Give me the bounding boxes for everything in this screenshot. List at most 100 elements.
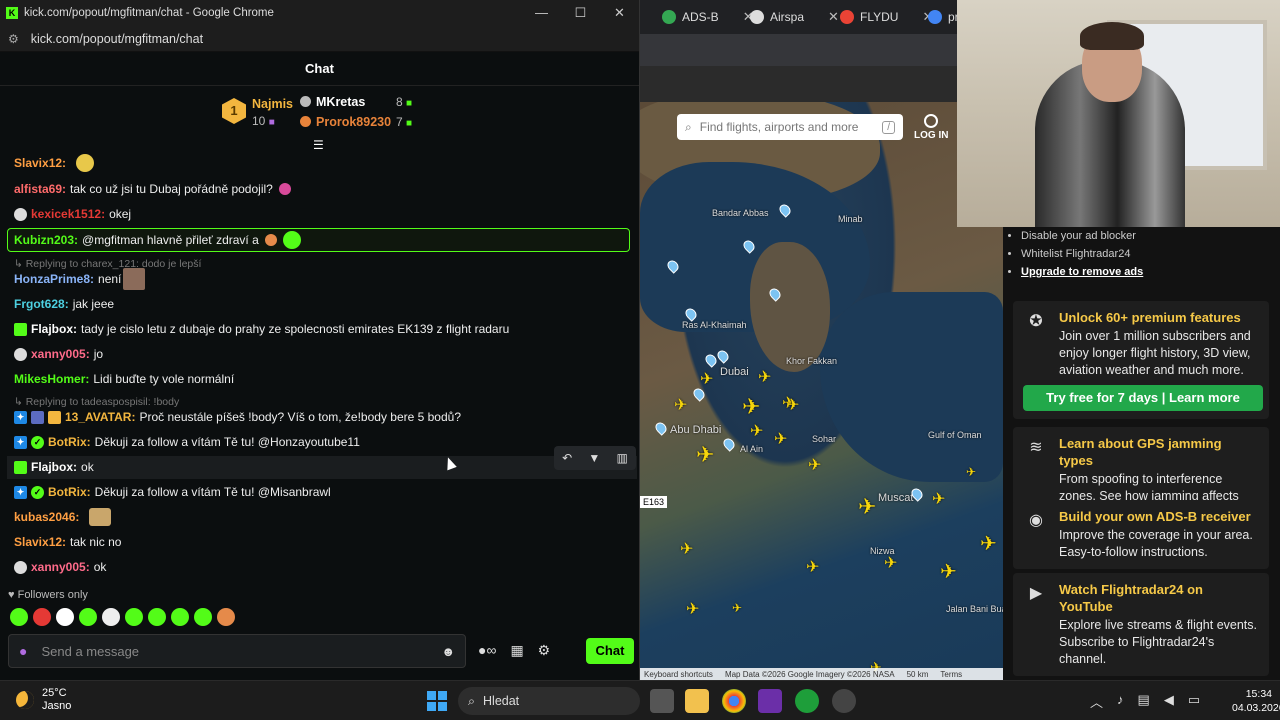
flight-callsign-label[interactable]: E163	[640, 496, 668, 508]
close-icon[interactable]: ✕	[600, 5, 639, 21]
tab-adsb[interactable]: ADS-B ✕	[662, 6, 754, 28]
aircraft-icon[interactable]: ✈	[884, 556, 897, 572]
volume-icon[interactable]: ◀	[1164, 692, 1174, 711]
chat-message[interactable]: ✦ ✓ BotRix: Děkuji za follow a vítám Tě tu!…	[14, 431, 624, 453]
file-explorer-icon[interactable]	[685, 689, 709, 713]
chat-username[interactable]: Flajbox:	[31, 322, 77, 336]
microphone-tray-icon[interactable]: ♪	[1117, 692, 1124, 711]
emote-icon[interactable]	[125, 608, 143, 626]
chat-message[interactable]: MikesHomer: Lidi buďte ty vole normální	[14, 368, 624, 390]
chat-message[interactable]: Flajbox: ok	[14, 456, 624, 478]
youtube-card[interactable]: ▶ Watch Flightradar24 on YouTube Explore…	[1013, 573, 1269, 676]
chat-message[interactable]: Slavix12: tak nic no	[14, 531, 624, 553]
aircraft-icon[interactable]: ✈	[808, 458, 821, 474]
aircraft-icon[interactable]: ✈	[980, 534, 997, 554]
chevron-up-icon[interactable]: ︿	[1090, 692, 1103, 711]
minimize-icon[interactable]: —	[522, 5, 561, 21]
emote-icon[interactable]	[10, 608, 28, 626]
chat-username[interactable]: HonzaPrime8:	[14, 272, 94, 286]
send-chat-button[interactable]: Chat	[586, 638, 634, 664]
emoji-picker-icon[interactable]: ☻	[441, 644, 455, 659]
url-text[interactable]: kick.com/popout/mgfitman/chat	[31, 32, 203, 46]
chat-username[interactable]: BotRix:	[48, 485, 91, 499]
chat-username[interactable]: Kubizn203:	[14, 233, 78, 247]
xbox-icon[interactable]	[795, 689, 819, 713]
obs-icon[interactable]	[832, 689, 856, 713]
leader-1-name[interactable]: Najmis	[252, 97, 293, 111]
chat-message[interactable]: Frgot628: jak jeee	[14, 293, 624, 315]
emote-icon[interactable]	[171, 608, 189, 626]
chat-username[interactable]: MikesHomer:	[14, 372, 89, 386]
emote-icon[interactable]	[217, 608, 235, 626]
airport-pin-icon[interactable]	[691, 386, 707, 402]
aircraft-icon[interactable]: ✈	[686, 602, 699, 618]
aircraft-icon[interactable]: ✈	[680, 542, 693, 558]
battery-icon[interactable]: ▭	[1188, 692, 1200, 711]
chat-message[interactable]: HonzaPrime8: není	[14, 268, 624, 290]
store-icon[interactable]: ▦	[510, 642, 523, 659]
chat-message[interactable]: xanny005: jo	[14, 343, 624, 365]
pin-icon[interactable]: ▼	[588, 451, 600, 465]
aircraft-icon[interactable]: ✈	[786, 398, 799, 414]
airport-pin-icon[interactable]	[721, 436, 737, 452]
leader-2[interactable]: MKretas	[300, 95, 365, 109]
chat-username[interactable]: Slavix12:	[14, 156, 66, 170]
adsb-receiver-card[interactable]: ◉ Build your own ADS-B receiver Improve …	[1013, 500, 1269, 569]
chrome-icon[interactable]	[722, 689, 746, 713]
aircraft-icon[interactable]: ✈	[674, 398, 687, 414]
airport-pin-icon[interactable]	[715, 348, 731, 364]
leader-3[interactable]: Prorok89230	[300, 115, 391, 129]
emote-icon[interactable]	[102, 608, 120, 626]
microphone-icon[interactable]: ●	[19, 643, 27, 659]
aircraft-icon[interactable]: ✈	[774, 432, 787, 448]
reply-icon[interactable]: ↶	[562, 451, 572, 465]
tab-flydu[interactable]: FLYDU✕	[840, 6, 933, 28]
chat-message[interactable]: Slavix12:	[14, 152, 624, 174]
delete-icon[interactable]: ▥	[617, 451, 628, 465]
aircraft-icon[interactable]: ✈	[696, 444, 714, 466]
upgrade-link[interactable]: Upgrade to remove ads	[1021, 266, 1143, 278]
chat-username[interactable]: xanny005:	[31, 347, 90, 361]
task-view-icon[interactable]	[650, 689, 674, 713]
app-icon[interactable]	[758, 689, 782, 713]
chat-message-highlighted[interactable]: Kubizn203: @mgfitman hlavně přileť zdraví…	[14, 229, 624, 251]
aircraft-icon[interactable]: ✈	[966, 466, 976, 478]
aircraft-icon[interactable]: ✈	[742, 396, 760, 418]
start-icon[interactable]	[427, 691, 447, 711]
emote-icon[interactable]	[33, 608, 51, 626]
login-button[interactable]: LOG IN	[914, 114, 948, 141]
aircraft-icon[interactable]: ✈	[932, 492, 945, 508]
chat-message[interactable]: Flajbox: tady je cislo letu z dubaje do p…	[14, 318, 624, 340]
keyboard-shortcuts-link[interactable]: Keyboard shortcuts	[644, 670, 713, 679]
close-tab-icon[interactable]: ✕	[828, 9, 839, 25]
tab-airspace[interactable]: Airspa ✕	[750, 6, 839, 28]
chat-username[interactable]: Frgot628:	[14, 297, 69, 311]
aircraft-icon[interactable]: ✈	[758, 370, 771, 386]
chat-username[interactable]: kubas2046:	[14, 510, 79, 524]
emote-icon[interactable]	[148, 608, 166, 626]
chat-username[interactable]: Slavix12:	[14, 535, 66, 549]
chat-message[interactable]: xanny005: ok	[14, 556, 624, 578]
chat-username[interactable]: BotRix:	[48, 435, 91, 449]
chat-message[interactable]: kexicek1512: okej	[14, 203, 624, 225]
clock[interactable]: 15:34 04.03.2026	[1232, 687, 1280, 715]
terms-link[interactable]: Terms	[940, 670, 962, 679]
aircraft-icon[interactable]: ✈	[806, 560, 819, 576]
settings-icon[interactable]: ⚙	[538, 642, 551, 659]
chat-username[interactable]: xanny005:	[31, 560, 90, 574]
points-icon[interactable]: ●∞	[478, 642, 496, 659]
flight-search-box[interactable]: ⌕ Find flights, airports and more /	[677, 114, 903, 140]
network-icon[interactable]: ▤	[1138, 692, 1150, 711]
chat-message[interactable]: ✦ 13_AVATAR: Proč neustále píšeš !body? Ví…	[14, 406, 624, 428]
emote-icon[interactable]	[79, 608, 97, 626]
chat-message[interactable]: kubas2046:	[14, 506, 624, 528]
chat-message[interactable]: ✦ ✓ BotRix: Děkuji za follow a vítám Tě tu!…	[14, 481, 624, 503]
aircraft-icon[interactable]: ✈	[858, 496, 876, 518]
chat-username[interactable]: alfista69:	[14, 182, 66, 196]
chat-message[interactable]: alfista69: tak co už jsi tu Dubaj pořádně…	[14, 178, 624, 200]
airport-pin-icon[interactable]	[653, 420, 669, 436]
url-bar[interactable]: ⚙ kick.com/popout/mgfitman/chat	[0, 26, 639, 52]
try-free-button[interactable]: Try free for 7 days | Learn more	[1023, 385, 1263, 411]
chat-username[interactable]: Flajbox:	[31, 460, 77, 474]
message-input[interactable]: ● Send a message ☻	[8, 634, 466, 668]
